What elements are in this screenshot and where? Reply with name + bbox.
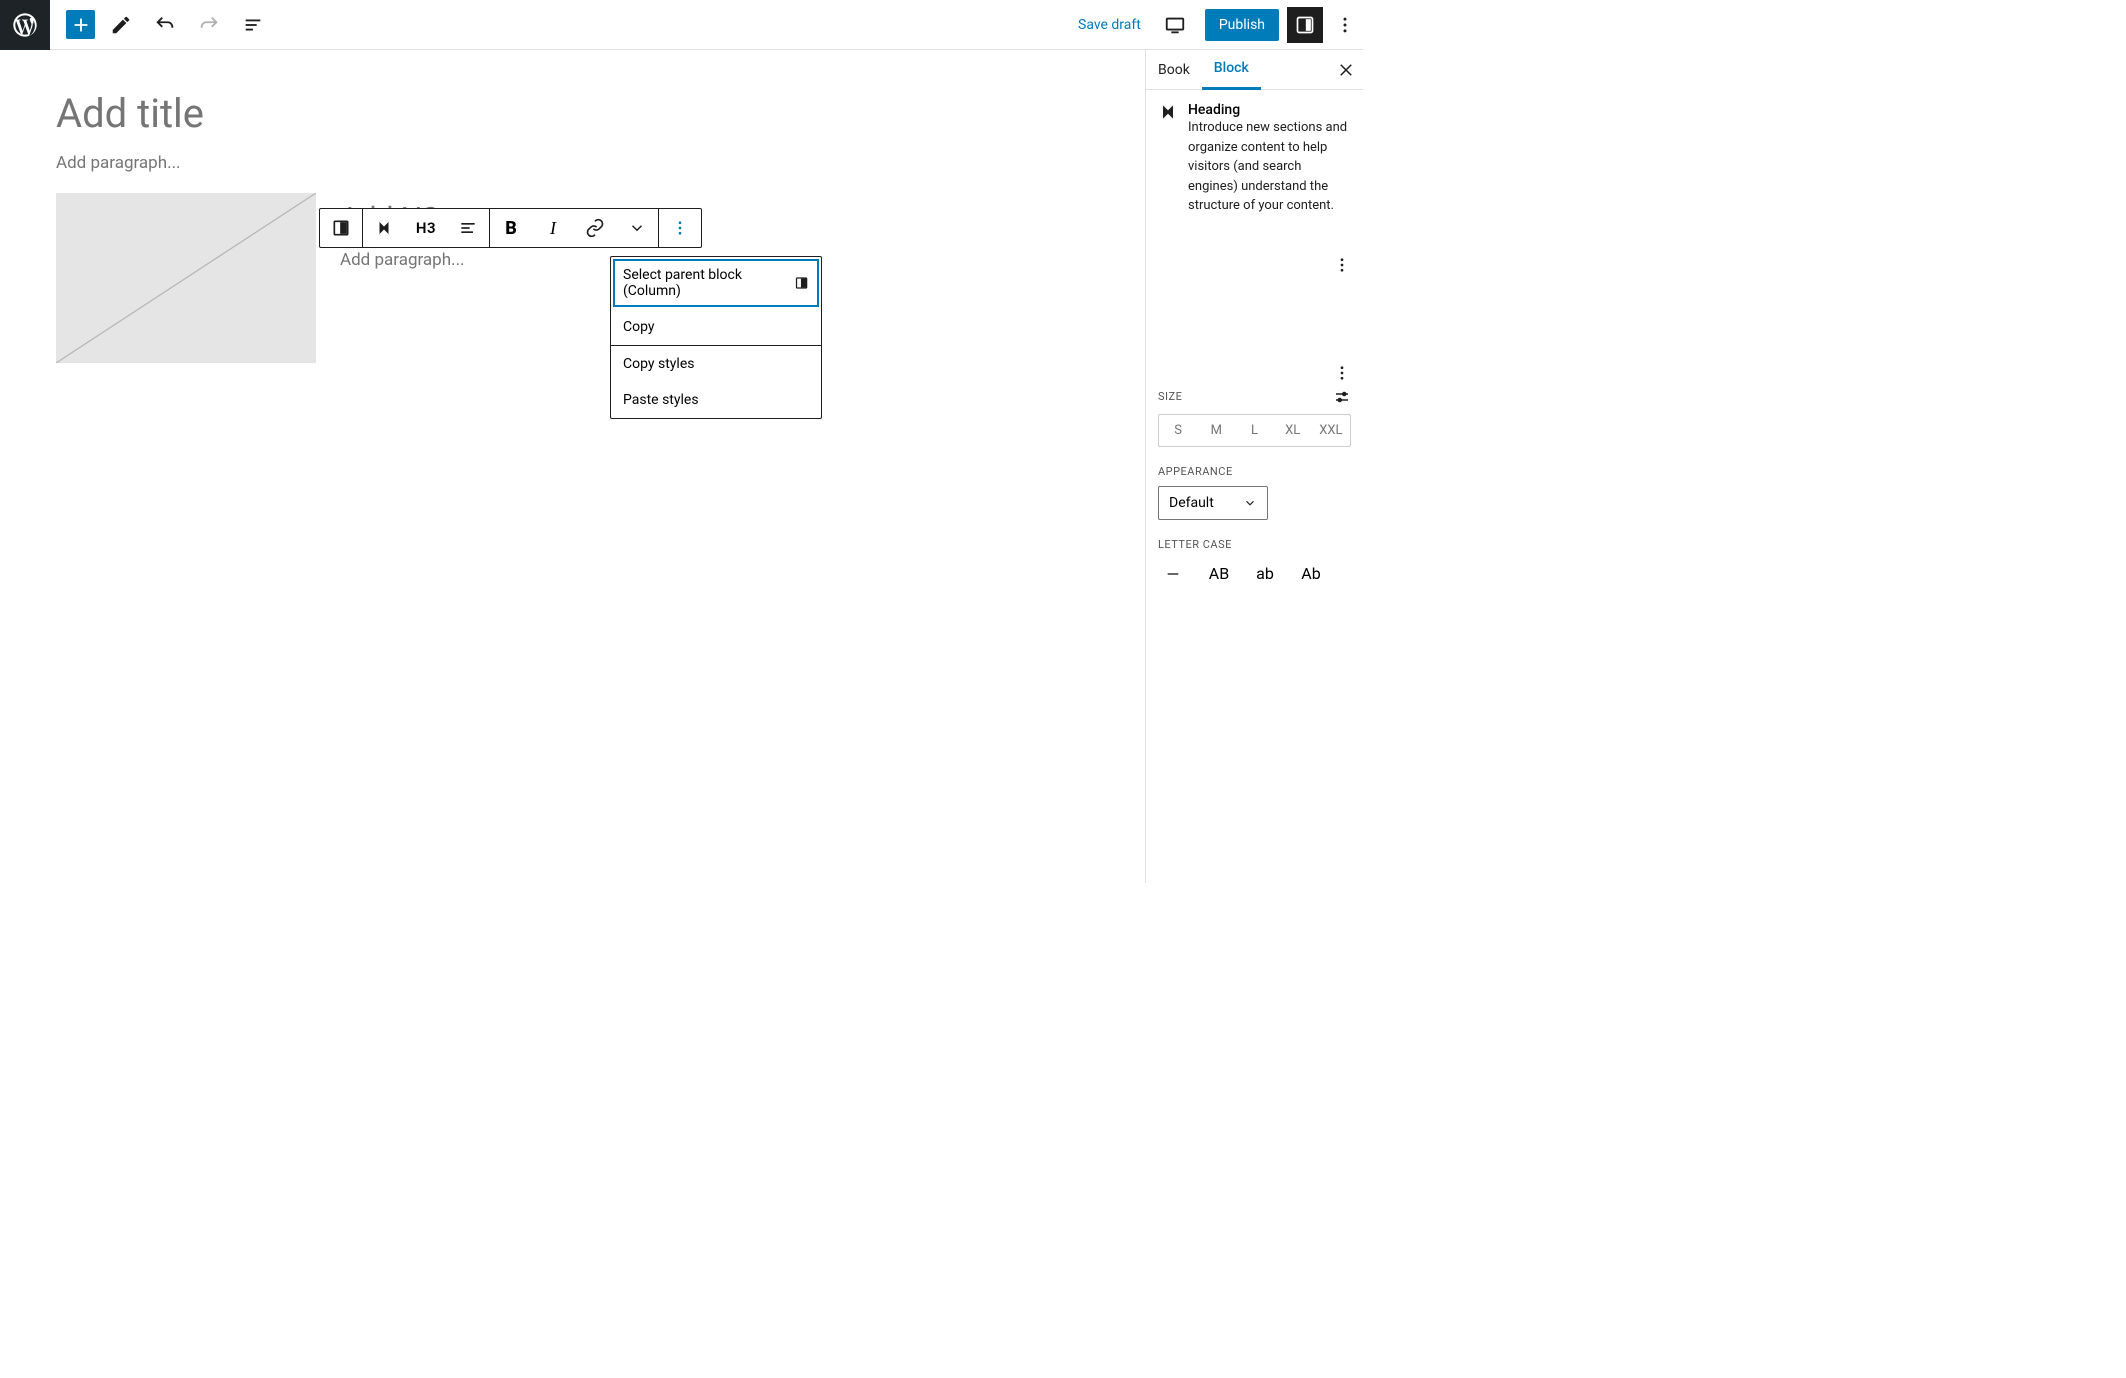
sidebar-tabs: Book Block	[1146, 50, 1363, 90]
size-s[interactable]: S	[1159, 415, 1197, 446]
letter-case-label: LETTER CASE	[1158, 538, 1232, 551]
typography-options-icon[interactable]	[1333, 364, 1351, 382]
menu-select-parent[interactable]: Select parent block (Column)	[611, 257, 821, 309]
tab-book[interactable]: Book	[1146, 50, 1202, 90]
letter-case-none[interactable]	[1158, 559, 1188, 589]
letter-case-cap[interactable]: Ab	[1296, 559, 1326, 589]
italic-button[interactable]: I	[532, 209, 574, 247]
save-draft-link[interactable]: Save draft	[1078, 17, 1141, 33]
size-l[interactable]: L	[1235, 415, 1273, 446]
link-button[interactable]	[574, 209, 616, 247]
add-block-button[interactable]	[66, 10, 95, 39]
block-heading-icon[interactable]	[363, 209, 405, 247]
menu-copy-styles[interactable]: Copy styles	[611, 346, 821, 382]
document-overview-button[interactable]	[235, 7, 271, 43]
wordpress-logo[interactable]	[0, 0, 50, 50]
publish-button[interactable]: Publish	[1205, 9, 1279, 41]
heading-level-button[interactable]: H3	[405, 209, 447, 247]
tab-block[interactable]: Block	[1202, 50, 1261, 90]
block-name: Heading	[1188, 102, 1351, 118]
more-rich-text-button[interactable]	[616, 209, 658, 247]
section-options-icon[interactable]	[1333, 256, 1351, 274]
size-xxl[interactable]: XXL	[1312, 415, 1350, 446]
menu-select-parent-label: Select parent block (Column)	[623, 267, 794, 299]
block-description: Introduce new sections and organize cont…	[1188, 118, 1351, 216]
heading-block-icon	[1158, 102, 1178, 216]
post-title-input[interactable]: Add title	[56, 90, 1089, 137]
menu-copy[interactable]: Copy	[611, 309, 821, 345]
letter-case-upper[interactable]: AB	[1204, 559, 1234, 589]
block-options-menu: Select parent block (Column) Copy Copy s…	[610, 256, 822, 419]
block-toolbar: H3 B I	[319, 208, 702, 248]
image-placeholder[interactable]	[56, 193, 316, 363]
edit-tool-button[interactable]	[103, 7, 139, 43]
close-sidebar-button[interactable]	[1337, 61, 1355, 79]
size-m[interactable]: M	[1197, 415, 1235, 446]
menu-paste-styles[interactable]: Paste styles	[611, 382, 821, 418]
size-segments: S M L XL XXL	[1158, 414, 1351, 447]
align-button[interactable]	[447, 209, 489, 247]
editor-canvas[interactable]: Add title Add paragraph... Add H3... Add…	[0, 50, 1145, 883]
paragraph-block[interactable]: Add paragraph...	[56, 153, 1089, 173]
block-options-button[interactable]	[659, 209, 701, 247]
more-options-button[interactable]	[1327, 7, 1363, 43]
block-type-button[interactable]	[320, 209, 362, 247]
size-label: SIZE	[1158, 390, 1182, 403]
settings-panel-button[interactable]	[1287, 7, 1323, 43]
appearance-value: Default	[1169, 495, 1214, 511]
bold-button[interactable]: B	[490, 209, 532, 247]
size-xl[interactable]: XL	[1274, 415, 1312, 446]
redo-button[interactable]	[191, 7, 227, 43]
size-settings-icon[interactable]	[1333, 388, 1351, 406]
undo-button[interactable]	[147, 7, 183, 43]
appearance-label: APPEARANCE	[1158, 465, 1233, 478]
appearance-select[interactable]: Default	[1158, 486, 1268, 520]
chevron-down-icon	[1243, 496, 1257, 510]
top-toolbar: Save draft Publish	[0, 0, 1363, 50]
settings-sidebar: Book Block Heading Introduce new section…	[1145, 50, 1363, 883]
column-icon	[794, 275, 809, 291]
letter-case-lower[interactable]: ab	[1250, 559, 1280, 589]
preview-button[interactable]	[1157, 7, 1193, 43]
